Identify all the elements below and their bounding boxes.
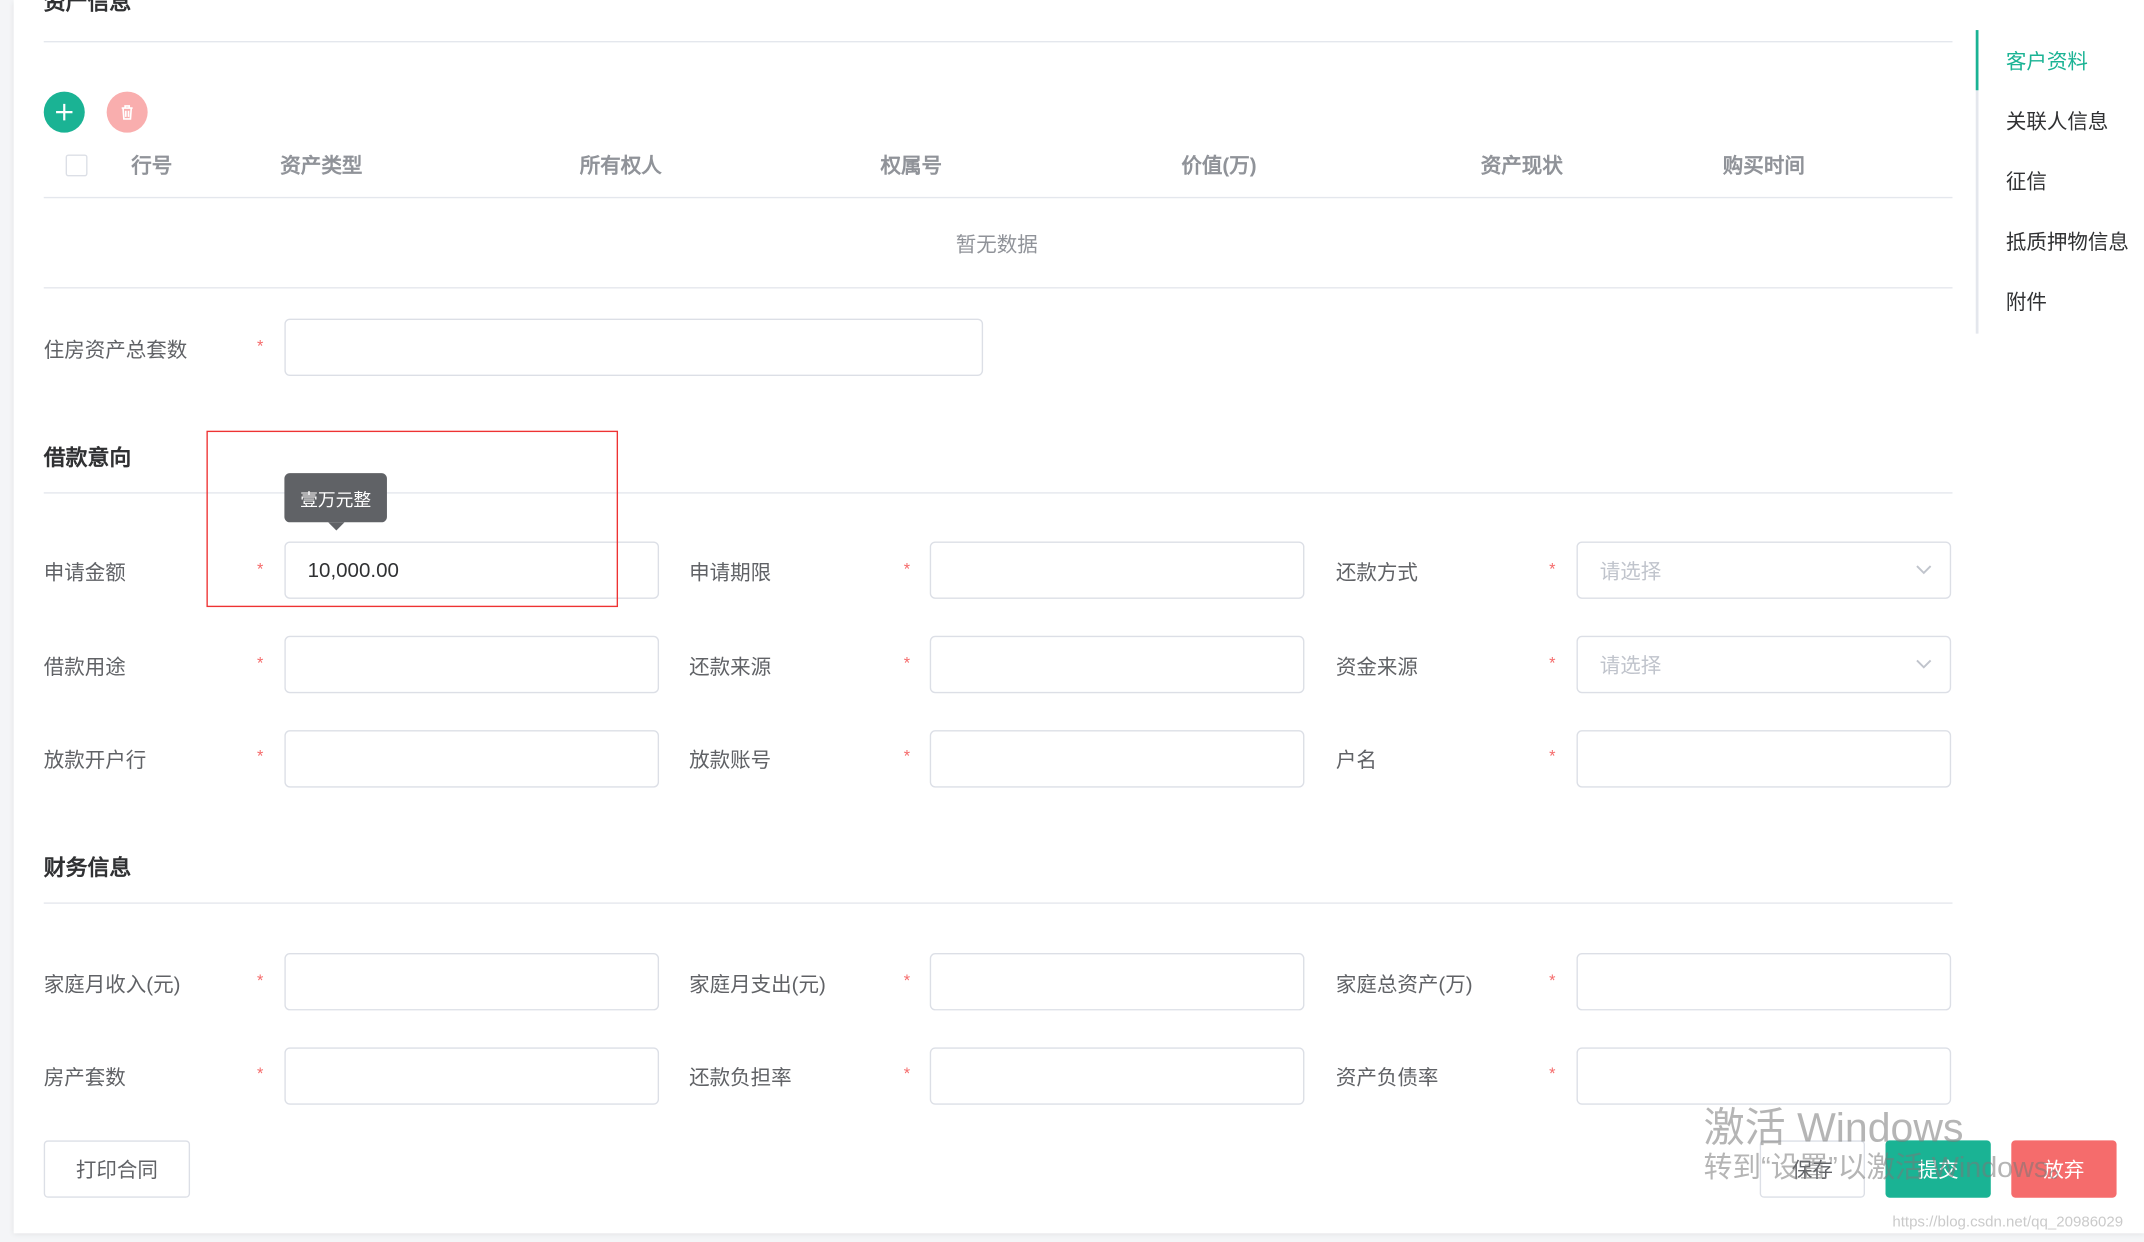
select-placeholder: 请选择 — [1599, 559, 1662, 584]
required-mark: * — [257, 336, 264, 356]
select-all-checkbox[interactable] — [65, 154, 88, 177]
field-label-repay-source: 还款来源 — [689, 656, 772, 680]
chevron-down-icon — [1916, 565, 1932, 575]
field-label-apply-amount: 申请金额 — [43, 561, 126, 586]
finance-section-divider — [43, 902, 1953, 904]
field-label-disburse-bank: 放款开户行 — [43, 749, 147, 773]
col-header-value: 价值(万) — [1181, 154, 1257, 178]
col-header-asset-type: 资产类型 — [280, 154, 363, 178]
loan-purpose-input[interactable] — [284, 635, 660, 694]
print-contract-button[interactable]: 打印合同 — [43, 1140, 191, 1198]
field-label-fund-source: 资金来源 — [1335, 656, 1418, 680]
account-name-input[interactable] — [1576, 730, 1952, 788]
col-header-purchase-time: 购买时间 — [1722, 154, 1805, 178]
field-label-debt-ratio: 资产负债率 — [1335, 1066, 1439, 1090]
table-bottom-divider — [43, 287, 1953, 289]
required-mark: * — [257, 653, 264, 673]
repay-source-input[interactable] — [929, 635, 1305, 694]
anchor-collateral[interactable]: 抵质押物信息 — [2006, 227, 2129, 256]
repay-burden-input[interactable] — [929, 1047, 1305, 1105]
col-header-ownership-no: 权属号 — [880, 154, 943, 178]
col-header-asset-status: 资产现状 — [1480, 154, 1563, 178]
required-mark: * — [903, 559, 911, 579]
repay-method-select[interactable]: 请选择 — [1576, 541, 1952, 599]
table-empty-text: 暂无数据 — [955, 233, 1038, 258]
anchor-credit[interactable]: 征信 — [2006, 167, 2047, 196]
field-label-loan-purpose: 借款用途 — [43, 656, 126, 680]
anchor-related-persons[interactable]: 关联人信息 — [2006, 107, 2109, 136]
disburse-bank-input[interactable] — [284, 730, 660, 788]
blog-url-watermark: https://blog.csdn.net/qq_20986029 — [1892, 1214, 2124, 1231]
field-label-property-count: 房产套数 — [43, 1066, 126, 1090]
property-count-input[interactable] — [284, 1047, 660, 1105]
required-mark: * — [1549, 559, 1556, 579]
apply-term-input[interactable] — [929, 541, 1305, 599]
table-header-divider — [43, 196, 1953, 199]
field-label-apply-term: 申请期限 — [689, 561, 772, 586]
total-assets-input[interactable] — [1576, 953, 1952, 1011]
required-mark: * — [903, 970, 911, 990]
asset-section-title: 资产信息 — [43, 0, 132, 16]
anchor-customer-profile[interactable]: 客户资料 — [2006, 46, 2088, 75]
select-placeholder: 请选择 — [1599, 654, 1662, 678]
required-mark: * — [1549, 746, 1556, 766]
loan-section-title: 借款意向 — [43, 447, 132, 471]
annotation-highlight-box — [206, 430, 619, 608]
disburse-account-input[interactable] — [929, 730, 1305, 788]
form-card: 资产信息 行号 资产类型 所有权人 权属号 价值(万) 资产现状 购买时间 暂无… — [13, 0, 2144, 1234]
delete-row-button[interactable] — [106, 91, 148, 133]
anchor-nav-active-indicator — [1975, 30, 1979, 91]
required-mark: * — [903, 653, 911, 673]
field-label-repay-burden: 还款负担率 — [689, 1066, 792, 1090]
field-label-monthly-expense: 家庭月支出(元) — [689, 973, 826, 997]
required-mark: * — [1549, 1063, 1556, 1083]
fund-source-select[interactable]: 请选择 — [1576, 635, 1952, 694]
chevron-down-icon — [1916, 659, 1932, 669]
plus-icon — [56, 103, 73, 121]
anchor-attachments[interactable]: 附件 — [2006, 287, 2047, 316]
field-label-total-assets: 家庭总资产(万) — [1335, 973, 1473, 997]
required-mark: * — [257, 1063, 264, 1083]
housing-total-input[interactable] — [284, 318, 984, 377]
add-row-button[interactable] — [43, 91, 85, 133]
housing-total-label: 住房资产总套数 — [43, 339, 188, 363]
required-mark: * — [1549, 970, 1556, 990]
monthly-expense-input[interactable] — [929, 953, 1305, 1011]
field-label-monthly-income: 家庭月收入(元) — [43, 973, 181, 997]
field-label-repay-method: 还款方式 — [1335, 561, 1418, 586]
required-mark: * — [1549, 653, 1556, 673]
col-header-row-number: 行号 — [131, 154, 173, 178]
required-mark: * — [903, 1063, 911, 1083]
trash-icon — [121, 105, 133, 120]
required-mark: * — [257, 970, 264, 990]
finance-section-title: 财务信息 — [43, 857, 132, 881]
windows-activation-hint: 转到“设置”以激活 Windows。 — [1703, 1152, 2077, 1185]
monthly-income-input[interactable] — [284, 953, 660, 1011]
field-label-disburse-account: 放款账号 — [689, 749, 772, 773]
field-label-account-name: 户名 — [1335, 749, 1377, 773]
col-header-owner: 所有权人 — [579, 154, 662, 178]
required-mark: * — [903, 746, 911, 766]
required-mark: * — [257, 746, 264, 766]
asset-section-divider — [43, 41, 1953, 43]
